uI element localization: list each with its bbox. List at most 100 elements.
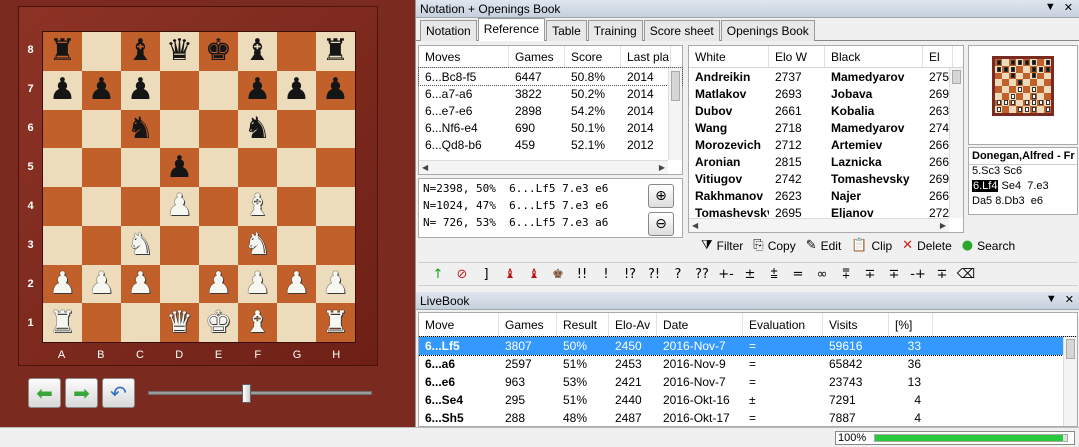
white-pawn-icon[interactable]: ♟ xyxy=(322,268,349,299)
black-queen-icon[interactable]: ♛ xyxy=(166,36,193,66)
black-pawn-icon[interactable]: ♟ xyxy=(49,75,76,105)
annotation-button[interactable]: ↑ xyxy=(426,267,450,282)
square-b8[interactable] xyxy=(82,32,121,71)
square-a3[interactable] xyxy=(43,225,82,265)
table-row[interactable]: Matlakov 2693 Jobava 269 xyxy=(689,85,963,102)
column-header[interactable]: White xyxy=(689,46,769,67)
preview-move[interactable]: Sc6 xyxy=(1003,165,1022,177)
preview-move[interactable]: Da5 xyxy=(972,195,992,207)
column-header[interactable]: Move xyxy=(419,313,499,336)
close-icon[interactable]: ✕ xyxy=(1065,293,1074,306)
tab-notation[interactable]: Notation xyxy=(420,20,477,41)
black-pawn-icon[interactable]: ♟ xyxy=(127,75,154,105)
white-bishop-icon[interactable]: ♝ xyxy=(244,191,271,221)
white-pawn-icon[interactable]: ♟ xyxy=(166,191,193,221)
dropdown-icon[interactable]: ▼ xyxy=(1045,1,1056,14)
square-e5[interactable] xyxy=(199,148,238,187)
annotation-button[interactable]: ?! xyxy=(642,267,666,282)
slider-thumb[interactable] xyxy=(242,384,251,403)
annotation-button[interactable]: -+ xyxy=(906,267,930,282)
square-a8[interactable]: ♜ xyxy=(43,32,82,71)
white-pawn-icon[interactable]: ♟ xyxy=(88,268,115,299)
square-e4[interactable] xyxy=(199,187,238,226)
black-pawn-icon[interactable]: ♟ xyxy=(283,75,310,105)
square-b6[interactable] xyxy=(82,109,121,149)
square-d3[interactable] xyxy=(160,225,199,265)
square-e6[interactable] xyxy=(199,109,238,149)
annotation-button[interactable]: ∓ xyxy=(882,267,906,282)
annotation-button[interactable]: ± xyxy=(738,267,762,282)
square-c5[interactable] xyxy=(121,148,160,187)
white-pawn-icon[interactable]: ♟ xyxy=(205,268,232,299)
table-row[interactable]: Dubov 2661 Kobalia 263 xyxy=(689,102,963,119)
black-rook-icon[interactable]: ♜ xyxy=(322,36,349,66)
annotation-button[interactable]: ♚ xyxy=(546,267,570,282)
square-g3[interactable] xyxy=(277,225,316,265)
square-a6[interactable] xyxy=(43,109,82,149)
annotation-button[interactable]: ! xyxy=(594,267,618,282)
square-f8[interactable]: ♝ xyxy=(238,32,277,71)
table-row[interactable]: 6...a7-a6 3822 50.2% 2014 xyxy=(419,85,682,102)
table-row[interactable]: 6...Bc8-f5 6447 50.8% 2014 xyxy=(418,67,683,86)
square-h2[interactable]: ♟ xyxy=(316,264,355,304)
clip-button[interactable]: 📋 Clip xyxy=(851,238,892,253)
tab-reference[interactable]: Reference xyxy=(477,18,546,41)
preview-move[interactable]: Se4 7.e3 xyxy=(1002,180,1049,192)
white-pawn-icon[interactable]: ♟ xyxy=(127,268,154,299)
square-d1[interactable]: ♛ xyxy=(160,303,199,342)
white-bishop-icon[interactable]: ♝ xyxy=(244,307,271,338)
square-g7[interactable]: ♟ xyxy=(277,70,316,110)
preview-move[interactable]: 5.Sc3 xyxy=(972,165,1000,177)
vertical-scrollbar[interactable] xyxy=(949,68,963,218)
square-d2[interactable] xyxy=(160,264,199,304)
table-row[interactable]: Wang 2718 Mamedyarov 274 xyxy=(689,119,963,136)
copy-button[interactable]: ⎘ Copy xyxy=(753,238,795,253)
column-header[interactable]: Moves xyxy=(419,46,509,67)
vertical-scrollbar[interactable] xyxy=(1063,337,1077,426)
square-c4[interactable] xyxy=(121,187,160,226)
reference-note-line[interactable]: N=2398, 50% 6...Lf5 7.e3 e6 xyxy=(423,182,678,199)
white-queen-icon[interactable]: ♛ xyxy=(166,307,193,338)
annotation-button[interactable]: ∓ xyxy=(858,267,882,282)
column-header[interactable]: Visits xyxy=(823,313,889,336)
preview-move-line[interactable]: 5.Sc3 Sc6 xyxy=(969,165,1077,180)
edit-button[interactable]: ✎ Edit xyxy=(806,238,842,253)
annotation-button[interactable]: = xyxy=(786,267,810,282)
black-rook-icon[interactable]: ♜ xyxy=(49,36,76,66)
column-header[interactable]: Evaluation xyxy=(743,313,823,336)
table-row[interactable]: 6...e7-e6 2898 54.2% 2014 xyxy=(419,102,682,119)
square-c6[interactable]: ♞ xyxy=(121,109,160,149)
preview-move[interactable]: 8.Db3 e6 xyxy=(995,195,1043,207)
square-h6[interactable] xyxy=(316,109,355,149)
square-h5[interactable] xyxy=(316,148,355,187)
square-f7[interactable]: ♟ xyxy=(238,70,277,110)
square-h8[interactable]: ♜ xyxy=(316,32,355,71)
white-pawn-icon[interactable]: ♟ xyxy=(244,268,271,299)
close-icon[interactable]: ✕ xyxy=(1064,1,1073,14)
black-pawn-icon[interactable]: ♟ xyxy=(166,152,193,183)
reference-note-line[interactable]: N=1024, 47% 6...Lf5 7.e3 e6 xyxy=(423,199,678,216)
column-header[interactable]: Games xyxy=(499,313,557,336)
undo-button[interactable]: ↶ xyxy=(102,378,135,408)
square-b5[interactable] xyxy=(82,148,121,187)
table-row[interactable]: 6...Nf6-e4 690 50.1% 2014 xyxy=(419,119,682,136)
column-header[interactable]: Date xyxy=(657,313,743,336)
horizontal-scrollbar[interactable]: ◀ ▶ xyxy=(419,160,668,174)
annotation-button[interactable]: ♝ xyxy=(522,267,546,282)
white-rook-icon[interactable]: ♜ xyxy=(49,307,76,338)
tab-openings-book[interactable]: Openings Book xyxy=(720,20,815,41)
square-f6[interactable]: ♞ xyxy=(238,109,277,149)
square-d5[interactable]: ♟ xyxy=(160,148,199,187)
column-header[interactable]: Black xyxy=(825,46,923,67)
square-e2[interactable]: ♟ xyxy=(199,264,238,304)
dropdown-icon[interactable]: ▼ xyxy=(1046,293,1057,306)
square-e3[interactable] xyxy=(199,225,238,265)
black-knight-icon[interactable]: ♞ xyxy=(244,113,271,144)
square-c2[interactable]: ♟ xyxy=(121,264,160,304)
table-row[interactable]: 6...a6 2597 51% 2453 2016-Nov-9 = 65842 36 xyxy=(419,355,1077,373)
table-row[interactable]: Aronian 2815 Laznicka 266 xyxy=(689,153,963,170)
annotation-button[interactable]: ? xyxy=(666,267,690,282)
preview-move-line[interactable]: Da5 8.Db3 e6 xyxy=(969,195,1077,210)
white-knight-icon[interactable]: ♞ xyxy=(244,230,271,260)
black-king-icon[interactable]: ♚ xyxy=(205,36,232,66)
